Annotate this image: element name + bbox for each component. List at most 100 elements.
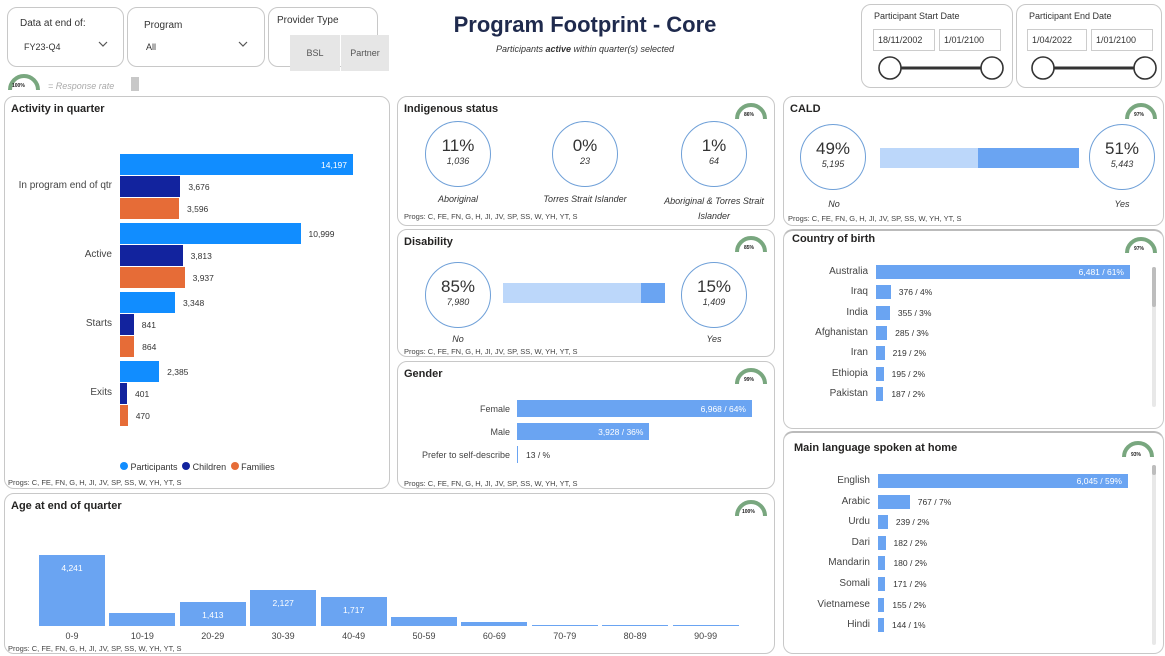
cald-yes-fill: [977, 148, 1079, 168]
disability-split-bar: [503, 283, 665, 303]
age-bar: [461, 621, 528, 626]
age-category-label: 40-49: [342, 631, 366, 641]
chevron-down-icon: [98, 41, 108, 47]
response-gauge-icon: [8, 74, 40, 91]
activity-bar-families: [120, 267, 185, 288]
activity-bar-label: 3,937: [192, 273, 214, 283]
page-title: Program Footprint - Core: [453, 12, 717, 37]
age-chart: 4,241 0-9 10-19 1,413 20-29 2,127 30-39 1,717 40…: [5, 494, 776, 655]
gender-progs: Progs: C, FE, FN, G, H, JI, JV, SP, SS, …: [404, 479, 578, 488]
activity-bar-label: 401: [135, 389, 150, 399]
age-bar-label: 1,717: [342, 605, 365, 616]
both-circle: 1% 64: [681, 121, 747, 187]
age-bar: [391, 616, 457, 626]
category-bar: [878, 494, 910, 509]
language-chart: English 6,045 / 59% Arabic 767 / 7% Urdu 239 …: [784, 433, 1165, 656]
cald-yes-pct: 51%: [1104, 139, 1140, 158]
activity-bar-label: 3,348: [182, 298, 205, 308]
filter-program: Program All: [127, 7, 265, 67]
category-bar-label: 6,481 / 61%: [1078, 267, 1124, 277]
country-scroll-thumb[interactable]: [1152, 267, 1156, 307]
end-date-from-input[interactable]: 1/04/2022: [1027, 29, 1087, 51]
country-chart: Australia 6,481 / 61% Iraq 376 / 4% India 355…: [784, 231, 1165, 431]
category-label: Vietnamese: [817, 598, 870, 610]
category-label: Afghanistan: [815, 326, 868, 338]
indigenous-panel: Indigenous status 86% 11% 1,036 Aborigin…: [397, 96, 775, 226]
disability-title: Disability: [404, 236, 453, 248]
cald-no-label: No: [828, 199, 840, 209]
start-date-slider[interactable]: [876, 55, 1006, 81]
category-bar-label: 285 / 3%: [895, 327, 929, 338]
category-bar: [876, 325, 888, 340]
country-scrollbar[interactable]: [1152, 267, 1156, 407]
category-label: Hindi: [847, 619, 870, 631]
age-category-label: 90-99: [694, 631, 718, 641]
legend-children-dot: [182, 462, 191, 470]
disability-no-circle: 85% 7,980: [425, 262, 491, 328]
aboriginal-label: Aboriginal: [437, 194, 479, 204]
category-label: Pakistan: [829, 387, 868, 399]
disability-progs: Progs: C, FE, FN, G, H, JI, JV, SP, SS, …: [404, 347, 578, 356]
activity-chart: In program end of qtr 14,197 3,676 3,596 Act…: [5, 97, 391, 490]
category-bar-label: 182 / 2%: [893, 537, 928, 548]
aboriginal-pct: 11%: [441, 136, 475, 155]
cald-progs: Progs: C, FE, FN, G, H, JI, JV, SP, SS, …: [788, 214, 962, 223]
aboriginal-circle: 11% 1,036: [425, 121, 491, 187]
start-date-from-input[interactable]: 18/11/2002: [873, 29, 935, 51]
subtitle-pre: Participants: [495, 44, 546, 54]
cald-no-num: 5,195: [821, 159, 845, 169]
country-panel: Country of birth 97% Australia 6,481 / 61…: [783, 229, 1164, 429]
response-rate-text: = Response rate: [48, 81, 115, 91]
age-category-label: 70-79: [553, 631, 577, 641]
indigenous-title: Indigenous status: [404, 103, 499, 115]
end-date-to-input[interactable]: 1/01/2100: [1091, 29, 1153, 51]
cald-gauge: 97%: [1124, 99, 1158, 121]
disability-no-num: 7,980: [446, 297, 470, 307]
cald-title: CALD: [790, 103, 821, 115]
cald-split-bar: [880, 148, 1079, 168]
indigenous-gauge: 86%: [734, 99, 768, 121]
end-date-slider[interactable]: [1029, 55, 1159, 81]
category-bar-label: 144 / 1%: [892, 620, 926, 631]
indigenous-gauge-value: 86%: [744, 112, 755, 118]
filter-start-date: Participant Start Date 18/11/2002 1/01/2…: [861, 4, 1013, 88]
category-bar: [878, 597, 885, 612]
activity-bar-participants: [120, 223, 301, 244]
cald-yes-label: Yes: [1114, 199, 1130, 209]
activity-category-label: In program end of qtr: [18, 180, 112, 191]
cald-yes-num: 5,443: [1110, 159, 1134, 169]
category-label: Mandarin: [828, 557, 870, 569]
category-label: Ethiopia: [831, 367, 868, 379]
age-category-label: 30-39: [271, 631, 295, 641]
age-bar: [602, 625, 669, 626]
category-bar: [876, 386, 884, 401]
program-dropdown[interactable]: All: [140, 36, 254, 58]
cald-panel: CALD 97% 49% 5,195 No 51% 5,443 Yes Prog…: [783, 96, 1164, 226]
legend-families: Families: [241, 462, 275, 472]
gender-category-label: Female: [479, 404, 510, 414]
both-num: 64: [708, 156, 719, 166]
activity-bar-families: [120, 336, 135, 357]
language-scroll-thumb[interactable]: [1152, 465, 1156, 475]
category-bar-label: 180 / 2%: [893, 558, 927, 569]
activity-bar-participants: [120, 292, 175, 313]
start-date-to-input[interactable]: 1/01/2100: [939, 29, 1001, 51]
category-bar-label: 195 / 2%: [891, 368, 926, 379]
filter-program-label: Program: [144, 20, 183, 31]
age-panel: Age at end of quarter 100% 4,241 0-9 10-19…: [4, 493, 775, 654]
chevron-down-icon: [238, 41, 248, 47]
gender-category-label: Prefer to self-describe: [421, 450, 510, 460]
activity-bar-families: [120, 405, 128, 426]
subtitle-post: within quarter(s) selected: [571, 44, 675, 54]
data-at-end-dropdown[interactable]: FY23-Q4: [18, 36, 114, 58]
category-label: Urdu: [848, 516, 870, 528]
provider-partner-button[interactable]: Partner: [341, 35, 389, 71]
category-bar-label: 376 / 4%: [898, 287, 933, 298]
aboriginal-num: 1,036: [446, 156, 470, 166]
category-label: English: [837, 475, 870, 486]
language-scrollbar[interactable]: [1152, 465, 1156, 645]
provider-bsl-button[interactable]: BSL: [290, 35, 340, 71]
activity-bar-label: 3,596: [187, 204, 209, 214]
age-category-label: 20-29: [201, 631, 225, 641]
age-category-label: 80-89: [623, 631, 647, 641]
